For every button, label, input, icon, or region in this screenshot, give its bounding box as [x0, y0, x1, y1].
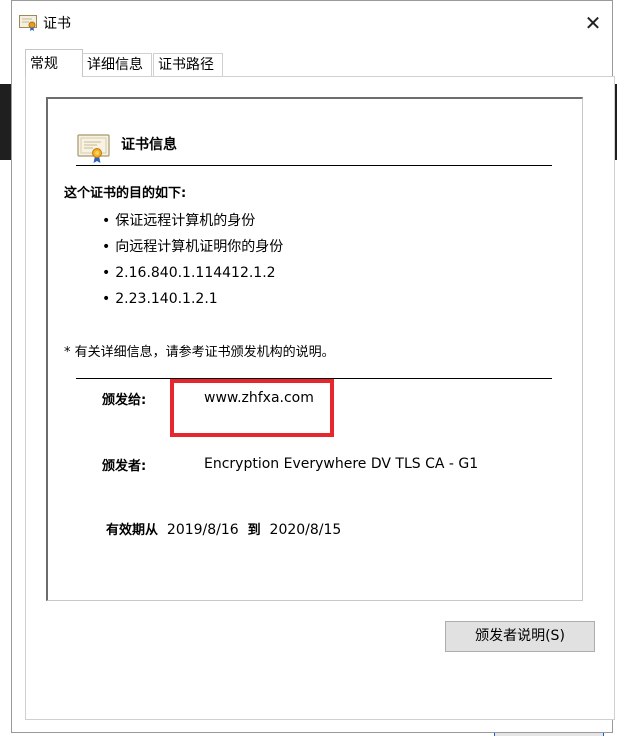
background-window-strip [0, 84, 11, 160]
certificate-icon [77, 134, 110, 163]
issued-by-value[interactable]: Encryption Everywhere DV TLS CA - G1 [204, 456, 478, 472]
highlight-box [170, 379, 334, 437]
list-item: 2.23.140.1.2.1 [102, 290, 283, 316]
valid-to-date[interactable]: 2020/8/15 [270, 522, 342, 538]
general-tab-panel: 证书信息 这个证书的目的如下: 保证远程计算机的身份 向远程计算机证明你的身份 … [25, 76, 615, 720]
valid-from-label: 有效期从 [106, 523, 159, 538]
purpose-list: 保证远程计算机的身份 向远程计算机证明你的身份 2.16.840.1.11441… [102, 212, 283, 316]
certificate-info-box: 证书信息 这个证书的目的如下: 保证远程计算机的身份 向远程计算机证明你的身份 … [46, 97, 583, 601]
list-item: 保证远程计算机的身份 [102, 212, 283, 238]
issued-to-label: 颁发给: [102, 393, 147, 408]
valid-from-date[interactable]: 2019/8/16 [167, 522, 239, 538]
tab-details[interactable]: 详细信息 [82, 53, 152, 77]
tab-certification-path[interactable]: 证书路径 [153, 53, 223, 77]
close-button[interactable]: ✕ [578, 9, 608, 37]
list-item: 2.16.840.1.114412.1.2 [102, 264, 283, 290]
list-item: 向远程计算机证明你的身份 [102, 238, 283, 264]
issuer-statement-button[interactable]: 颁发者说明(S) [445, 621, 595, 652]
certificate-dialog: 证书 ✕ 常规 详细信息 证书路径 证书信息 这个证书的目的如下: 保证远程计算… [11, 0, 615, 733]
valid-to-label: 到 [247, 523, 261, 538]
section-title: 证书信息 [121, 137, 177, 153]
issued-by-label: 颁发者: [102, 459, 147, 474]
tab-general[interactable]: 常规 [25, 49, 83, 77]
divider [76, 165, 552, 166]
purpose-heading: 这个证书的目的如下: [64, 186, 187, 201]
validity-period: 有效期从 2019/8/16 到 2020/8/15 [106, 519, 341, 538]
issuer-statement-note: * 有关详细信息，请参考证书颁发机构的说明。 [64, 345, 335, 360]
window-title: 证书 [43, 16, 71, 32]
title-bar[interactable]: 证书 ✕ [12, 1, 612, 41]
certificate-icon [19, 15, 37, 31]
